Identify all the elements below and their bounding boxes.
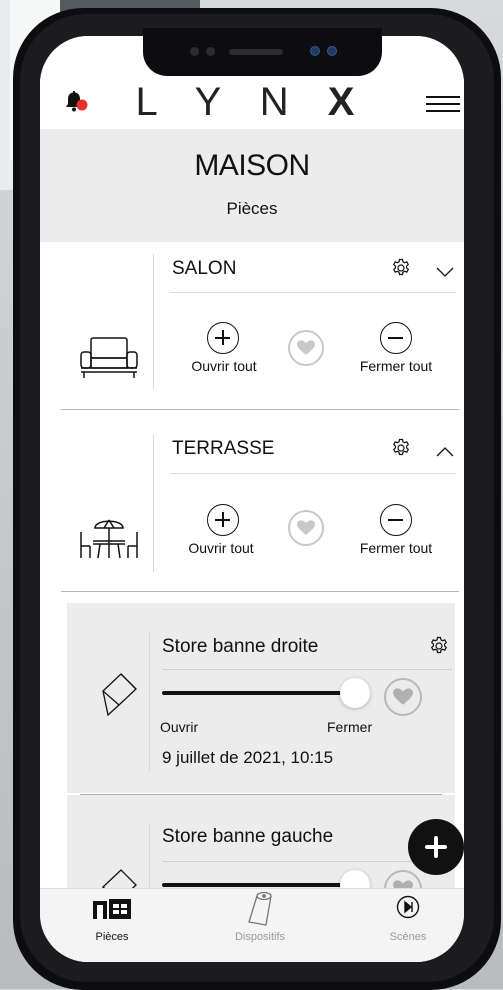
open-all-label: Ouvrir tout	[188, 540, 254, 556]
tab-label: Dispositifs	[234, 931, 286, 943]
sensor-dot	[206, 47, 215, 56]
slider-min-label: Ouvrir	[160, 719, 199, 735]
app-screen: L Y N X MAISON Pièces SALON Ouvrir tout …	[40, 36, 464, 962]
page-subtitle: Pièces	[226, 199, 278, 218]
chevron-down-icon[interactable]	[436, 264, 454, 277]
speaker-grille	[229, 49, 283, 55]
room-header-separator	[170, 292, 456, 293]
device-name: Store banne droite	[162, 636, 319, 657]
favorite-heart-button[interactable]	[288, 510, 324, 546]
sensor-dot	[190, 47, 199, 56]
room-card-salon: SALON Ouvrir tout Fermer tout	[40, 242, 464, 412]
position-slider-thumb[interactable]	[340, 678, 370, 708]
logo-text: L Y N	[135, 80, 303, 124]
favorite-heart-button[interactable]	[384, 678, 422, 716]
room-divider	[61, 591, 459, 592]
close-all-label: Fermer tout	[359, 358, 433, 374]
chevron-up-icon[interactable]	[436, 444, 454, 457]
tab-label: Scènes	[389, 931, 427, 943]
room-name: SALON	[172, 258, 237, 279]
room-settings-gear-icon[interactable]	[391, 438, 411, 458]
close-all-label: Fermer tout	[359, 540, 433, 556]
position-slider-track[interactable]	[162, 691, 352, 695]
page-title-bar: MAISON Pièces	[40, 129, 464, 242]
rooms-icon	[93, 899, 131, 919]
awning-icon	[99, 671, 143, 719]
camera-lens	[311, 47, 319, 55]
slider-max-label: Fermer	[327, 719, 373, 735]
device-divider-line	[149, 631, 150, 771]
tab-scenes[interactable]: Scènes	[348, 889, 464, 962]
room-divider-line	[153, 434, 154, 572]
device-settings-gear-icon[interactable]	[429, 636, 449, 656]
last-update-timestamp: 9 juillet de 2021, 10:15	[162, 748, 334, 767]
tab-label: Pièces	[95, 931, 129, 943]
open-all-button[interactable]	[207, 504, 239, 536]
device-header-separator	[162, 669, 452, 670]
logo-text-bold: X	[327, 80, 369, 124]
device-card-store-droite: Store banne droite Ouvrir Fermer 9 juill…	[67, 603, 455, 793]
devices-icon	[248, 891, 272, 926]
bottom-tab-bar: Pièces Dispositifs Scènes	[40, 888, 464, 962]
room-divider-line	[153, 254, 154, 389]
room-header-separator	[170, 473, 456, 474]
device-name: Store banne gauche	[162, 826, 334, 847]
phone-notch	[143, 28, 382, 76]
hamburger-menu-icon[interactable]	[426, 96, 460, 118]
tab-pieces[interactable]: Pièces	[52, 889, 172, 962]
close-all-button[interactable]	[380, 322, 412, 354]
room-name: TERRASSE	[172, 438, 275, 459]
page-title: MAISON	[194, 149, 310, 182]
favorite-heart-button[interactable]	[288, 330, 324, 366]
scenes-icon	[396, 895, 420, 919]
patio-table-icon	[78, 514, 140, 566]
room-settings-gear-icon[interactable]	[391, 258, 411, 278]
camera-lens	[328, 47, 336, 55]
open-all-label: Ouvrir tout	[191, 358, 257, 374]
tab-dispositifs[interactable]: Dispositifs	[200, 889, 320, 962]
position-slider-track[interactable]	[162, 883, 352, 887]
armchair-icon	[78, 332, 140, 384]
lynx-logo: L Y N X	[40, 80, 464, 125]
add-fab-button[interactable]	[408, 819, 464, 875]
open-all-button[interactable]	[207, 322, 239, 354]
room-card-terrasse: TERRASSE Ouvrir tout Fermer tout	[40, 422, 464, 592]
room-divider	[61, 409, 459, 410]
close-all-button[interactable]	[380, 504, 412, 536]
device-header-separator	[162, 861, 452, 862]
